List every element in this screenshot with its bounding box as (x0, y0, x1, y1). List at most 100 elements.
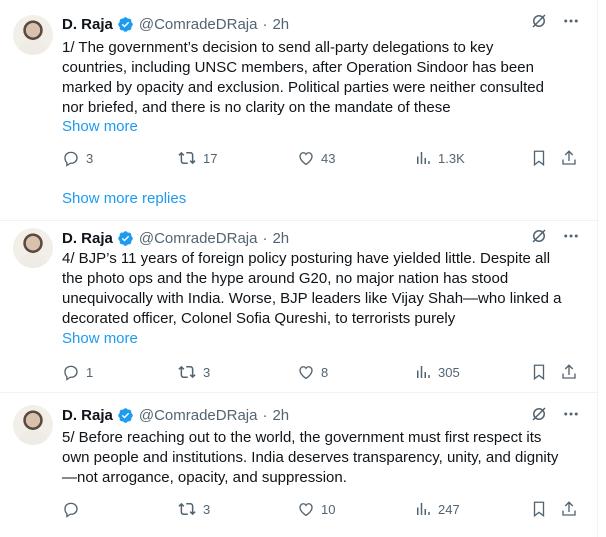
views-chart-icon (417, 152, 430, 164)
bookmark-button[interactable] (530, 362, 548, 382)
heart-icon (299, 503, 313, 517)
column-border (597, 0, 598, 537)
tweet-text-line: decorated officer, Colonel Sofia Qureshi… (62, 310, 456, 327)
timestamp[interactable]: 2h (272, 16, 289, 33)
view-count: 247 (438, 501, 460, 517)
tweet-text-line: 1/ The government’s decision to send all… (62, 39, 494, 56)
tweet[interactable]: D. Raja @ComradeDRaja · 2h 1/ The govern… (0, 0, 597, 180)
author-handle[interactable]: @ComradeDRaja (139, 407, 258, 424)
separator-dot: · (262, 406, 268, 424)
reply-count: 3 (86, 150, 94, 166)
reply-icon (64, 365, 78, 381)
verified-badge-icon (118, 230, 133, 246)
tweet-text-line: 4/ BJP’s 11 years of foreign policy post… (62, 250, 551, 267)
like-button[interactable]: 10 (297, 499, 335, 519)
repost-icon (178, 502, 196, 516)
bookmark-icon (533, 501, 545, 518)
tweet-text-line: unequivocally with India. Worse, BJP lea… (62, 290, 562, 307)
share-icon (562, 501, 576, 516)
reply-icon (64, 502, 78, 518)
more-options-icon[interactable] (562, 227, 580, 245)
repost-count: 3 (203, 364, 211, 380)
separator-dot: · (262, 229, 268, 247)
tweet-text: 5/ Before reaching out to the world, the… (62, 428, 592, 488)
grok-icon[interactable] (530, 12, 548, 30)
verified-badge-icon (118, 16, 133, 32)
tweet-text-line: own people and institutions. India deser… (62, 449, 559, 466)
bookmark-icon (533, 364, 545, 381)
heart-icon (299, 152, 313, 166)
tweet[interactable]: D. Raja @ComradeDRaja · 2h 4/ BJP’s 11 y… (0, 221, 597, 391)
views-chart-icon (417, 366, 430, 378)
tweet-actions: 3 17 43 1.3K (62, 148, 584, 168)
tweet-text-line: 5/ Before reaching out to the world, the… (62, 429, 542, 446)
author-name[interactable]: D. Raja (62, 230, 113, 247)
grok-icon[interactable] (530, 405, 548, 423)
grok-icon[interactable] (530, 227, 548, 245)
timestamp[interactable]: 2h (272, 230, 289, 247)
share-button[interactable] (560, 148, 578, 168)
reply-button[interactable] (62, 499, 86, 519)
tweet-header: D. Raja @ComradeDRaja · 2h (62, 405, 289, 425)
reply-button[interactable]: 1 (62, 362, 93, 382)
share-icon (562, 364, 576, 379)
views-button[interactable]: 1.3K (414, 148, 465, 168)
tweet-actions: 3 10 247 (62, 499, 584, 519)
avatar[interactable] (13, 15, 53, 55)
tweet-text-line: the photo ops and the hype around G20, n… (62, 270, 509, 287)
tweet-header: D. Raja @ComradeDRaja · 2h (62, 228, 289, 248)
repost-button[interactable]: 3 (177, 499, 210, 519)
tweet-menu (530, 12, 580, 30)
repost-icon (178, 365, 196, 379)
tweet-text: 4/ BJP’s 11 years of foreign policy post… (62, 249, 592, 329)
reply-count: 1 (86, 364, 94, 380)
author-handle[interactable]: @ComradeDRaja (139, 230, 258, 247)
repost-button[interactable]: 3 (177, 362, 210, 382)
avatar[interactable] (13, 405, 53, 445)
bookmark-button[interactable] (530, 148, 548, 168)
verified-badge-icon (118, 407, 133, 423)
tweet-text-line: marked by opacity and exclusion. Politic… (62, 79, 544, 96)
views-button[interactable]: 305 (414, 362, 460, 382)
repost-button[interactable]: 17 (177, 148, 217, 168)
like-button[interactable]: 8 (297, 362, 328, 382)
author-handle[interactable]: @ComradeDRaja (139, 16, 258, 33)
more-options-icon[interactable] (562, 12, 580, 30)
tweet[interactable]: D. Raja @ComradeDRaja · 2h 5/ Before rea… (0, 393, 597, 537)
tweet-header: D. Raja @ComradeDRaja · 2h (62, 14, 289, 34)
author-name[interactable]: D. Raja (62, 16, 113, 33)
author-name[interactable]: D. Raja (62, 407, 113, 424)
like-count: 43 (321, 150, 336, 166)
more-options-icon[interactable] (562, 405, 580, 423)
share-icon (562, 150, 576, 165)
repost-count: 17 (203, 150, 218, 166)
like-count: 10 (321, 501, 336, 517)
tweet-text-line: —not arrogance, opacity, and suppression… (62, 469, 347, 486)
views-button[interactable]: 247 (414, 499, 460, 519)
tweet-menu (530, 227, 580, 245)
heart-icon (299, 366, 313, 380)
timestamp[interactable]: 2h (272, 407, 289, 424)
views-chart-icon (417, 503, 430, 515)
separator-dot: · (262, 15, 268, 33)
show-more-replies-link[interactable]: Show more replies (62, 189, 186, 209)
bookmark-icon (533, 150, 545, 167)
tweet-text-line: nor briefed, and there is no clarity on … (62, 99, 451, 116)
repost-count: 3 (203, 501, 211, 517)
tweet-actions: 1 3 8 305 (62, 362, 584, 382)
bookmark-button[interactable] (530, 499, 548, 519)
view-count: 305 (438, 364, 460, 380)
share-button[interactable] (560, 362, 578, 382)
reply-icon (64, 151, 78, 167)
repost-icon (178, 151, 196, 165)
show-more-link[interactable]: Show more (62, 117, 138, 137)
reply-button[interactable]: 3 (62, 148, 93, 168)
avatar[interactable] (13, 228, 53, 268)
tweet-text-line: countries, including UNSC members, after… (62, 59, 534, 76)
tweet-menu (530, 405, 580, 423)
share-button[interactable] (560, 499, 578, 519)
like-button[interactable]: 43 (297, 148, 335, 168)
view-count: 1.3K (438, 150, 465, 166)
show-more-link[interactable]: Show more (62, 329, 138, 349)
like-count: 8 (321, 364, 329, 380)
